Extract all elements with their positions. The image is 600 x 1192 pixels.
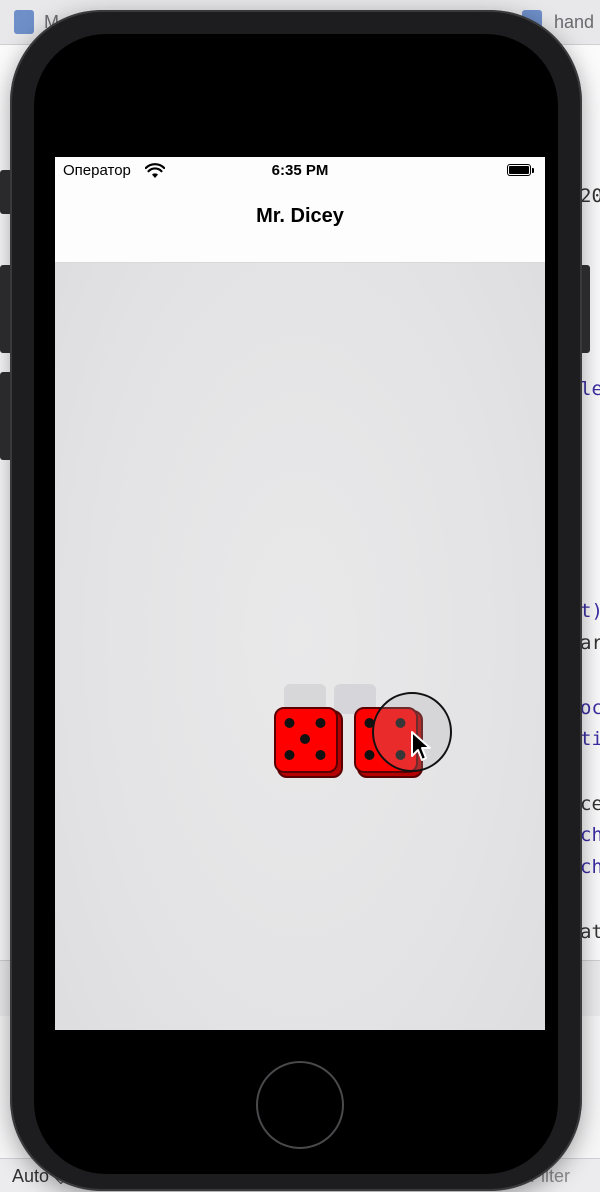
swift-file-icon (14, 10, 34, 34)
code-line: ce (580, 793, 600, 815)
die-pip (315, 750, 326, 760)
die-pip (364, 750, 375, 760)
die-face (274, 707, 343, 778)
die-pip (300, 734, 310, 744)
power-button (582, 265, 590, 353)
app-screen: Оператор 6:35 PM Mr. Dicey (55, 157, 545, 1030)
xcode-tab-right[interactable]: hand (554, 12, 594, 33)
mouse-pointer-icon (411, 731, 431, 761)
code-line: ti (580, 728, 600, 750)
die-left[interactable] (274, 707, 344, 779)
home-button[interactable] (256, 1061, 344, 1149)
battery-tip (532, 168, 534, 173)
navigation-bar: Mr. Dicey (55, 185, 545, 263)
code-line: t) (580, 600, 600, 622)
code-line: le (580, 378, 600, 400)
code-line: oc (580, 697, 600, 719)
page-title: Mr. Dicey (256, 205, 344, 227)
code-line: ch (580, 824, 600, 846)
die-pip (315, 718, 326, 728)
mute-switch (0, 170, 10, 214)
die-pip (284, 718, 295, 728)
volume-down-button (0, 372, 10, 460)
die-pip (284, 750, 295, 760)
battery-icon (507, 164, 531, 176)
code-line: 20 (580, 185, 600, 207)
code-line: ar (580, 632, 600, 654)
status-bar: Оператор 6:35 PM (55, 157, 545, 185)
volume-up-button (0, 265, 10, 353)
code-line: at (580, 921, 600, 943)
clock: 6:35 PM (271, 162, 329, 179)
code-line: ch (580, 856, 600, 878)
